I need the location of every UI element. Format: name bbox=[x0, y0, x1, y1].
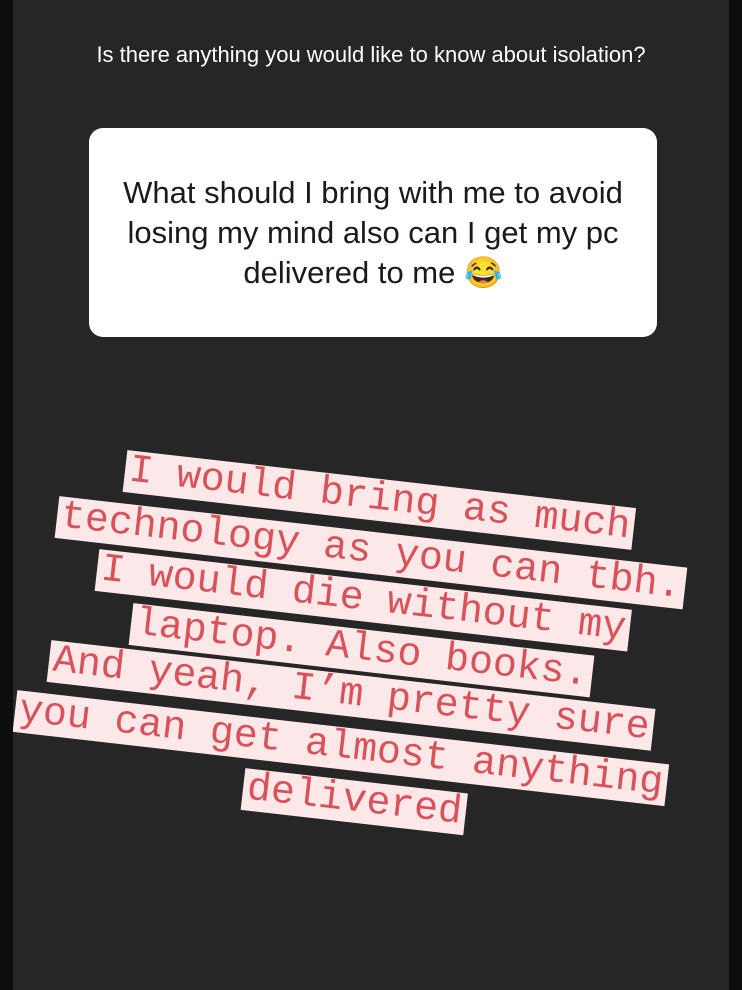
reply-text-block: I would bring as much technology as you … bbox=[13, 0, 729, 990]
story-frame: Is there anything you would like to know… bbox=[13, 0, 729, 990]
